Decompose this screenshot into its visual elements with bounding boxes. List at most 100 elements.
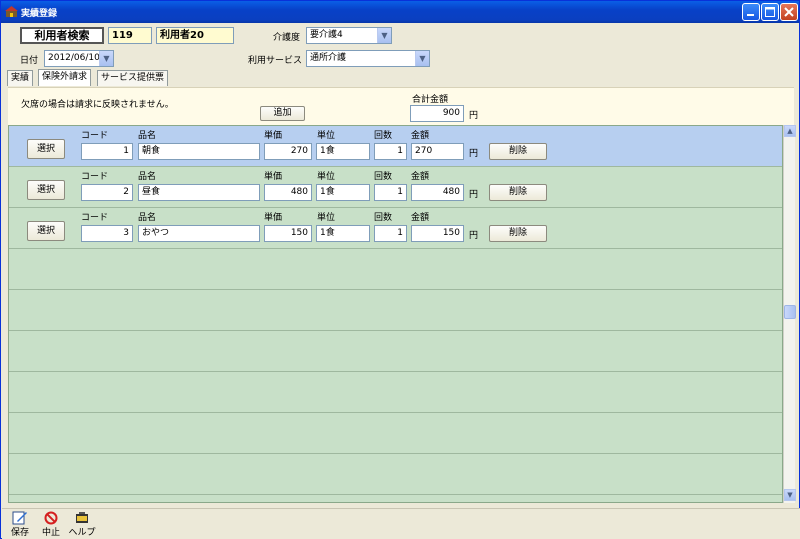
chevron-down-icon[interactable]: ▼ bbox=[377, 28, 391, 43]
care-level-label: 介護度 bbox=[273, 33, 301, 43]
list-row[interactable]: コード 品名 単価 単位 回数 金額 選択 2 昼食 480 1食 1 480 … bbox=[9, 167, 782, 208]
amount-field[interactable]: 480 bbox=[411, 184, 464, 201]
scroll-thumb[interactable] bbox=[784, 305, 796, 319]
item-name-field[interactable]: 昼食 bbox=[138, 184, 260, 201]
bottom-toolbar: 保存 中止 ヘルプ bbox=[2, 508, 800, 539]
item-name-field[interactable]: おやつ bbox=[138, 225, 260, 242]
price-field[interactable]: 480 bbox=[264, 184, 312, 201]
code-field[interactable]: 3 bbox=[81, 225, 133, 242]
save-icon bbox=[12, 511, 27, 525]
delete-button[interactable]: 削除 bbox=[489, 143, 547, 160]
select-button[interactable]: 選択 bbox=[27, 180, 65, 200]
count-header: 回数 bbox=[374, 131, 393, 141]
date-label: 日付 bbox=[20, 56, 39, 66]
close-button[interactable] bbox=[780, 3, 798, 21]
service-select[interactable]: 通所介護 ▼ bbox=[306, 50, 430, 67]
add-button[interactable]: 追加 bbox=[260, 106, 305, 121]
yen-label: 円 bbox=[469, 190, 479, 200]
minimize-button[interactable] bbox=[742, 3, 760, 21]
yen-label: 円 bbox=[469, 149, 479, 159]
notice-message: 欠席の場合は請求に反映されません。 bbox=[21, 100, 174, 110]
item-list: コード 品名 単価 単位 回数 金額 選択 1 朝食 270 1食 1 270 … bbox=[8, 125, 783, 503]
chevron-down-icon[interactable]: ▼ bbox=[415, 51, 429, 66]
price-header: 単価 bbox=[264, 131, 283, 141]
code-header: コード bbox=[81, 213, 109, 223]
amount-field[interactable]: 150 bbox=[411, 225, 464, 242]
scroll-up-icon[interactable]: ▲ bbox=[784, 125, 796, 137]
amount-header: 金額 bbox=[411, 131, 430, 141]
date-picker[interactable]: 2012/06/10 ▼ bbox=[44, 50, 114, 67]
unit-header: 単位 bbox=[317, 213, 336, 223]
total-label: 合計金額 bbox=[412, 95, 449, 105]
amount-field[interactable]: 270 bbox=[411, 143, 464, 160]
delete-button[interactable]: 削除 bbox=[489, 184, 547, 201]
select-button[interactable]: 選択 bbox=[27, 221, 65, 241]
service-value: 通所介護 bbox=[310, 53, 347, 63]
user-id-field[interactable]: 119 bbox=[108, 27, 152, 44]
date-value: 2012/06/10 bbox=[48, 53, 100, 63]
user-name-field[interactable]: 利用者20 bbox=[156, 27, 234, 44]
item-header: 品名 bbox=[138, 172, 157, 182]
cancel-button[interactable]: 中止 bbox=[34, 511, 68, 539]
cancel-label: 中止 bbox=[41, 528, 60, 538]
empty-row bbox=[9, 495, 782, 502]
care-level-value: 要介護4 bbox=[310, 30, 343, 40]
select-button[interactable]: 選択 bbox=[27, 139, 65, 159]
delete-button[interactable]: 削除 bbox=[489, 225, 547, 242]
empty-row bbox=[9, 249, 782, 290]
amount-header: 金額 bbox=[411, 213, 430, 223]
list-row[interactable]: コード 品名 単価 単位 回数 金額 選択 1 朝食 270 1食 1 270 … bbox=[9, 126, 782, 167]
tab-non-insurance-billing[interactable]: 保険外請求 bbox=[38, 69, 92, 86]
minimize-icon bbox=[747, 14, 754, 16]
help-button[interactable]: ヘルプ bbox=[65, 511, 99, 539]
price-header: 単価 bbox=[264, 213, 283, 223]
code-field[interactable]: 1 bbox=[81, 143, 133, 160]
help-label: ヘルプ bbox=[68, 528, 96, 538]
count-field[interactable]: 1 bbox=[374, 143, 407, 160]
count-header: 回数 bbox=[374, 213, 393, 223]
unit-field[interactable]: 1食 bbox=[316, 225, 370, 242]
empty-row bbox=[9, 372, 782, 413]
maximize-icon bbox=[765, 7, 775, 17]
unit-header: 単位 bbox=[317, 131, 336, 141]
count-header: 回数 bbox=[374, 172, 393, 182]
total-field: 900 bbox=[410, 105, 464, 122]
empty-row bbox=[9, 331, 782, 372]
tab-service-sheet[interactable]: サービス提供票 bbox=[97, 70, 169, 86]
tab-record[interactable]: 実績 bbox=[7, 70, 34, 86]
price-header: 単価 bbox=[264, 172, 283, 182]
count-field[interactable]: 1 bbox=[374, 184, 407, 201]
window-title: 実績登録 bbox=[21, 9, 58, 19]
close-icon bbox=[784, 7, 794, 17]
item-header: 品名 bbox=[138, 131, 157, 141]
item-header: 品名 bbox=[138, 213, 157, 223]
chevron-down-icon[interactable]: ▼ bbox=[99, 51, 113, 66]
empty-row bbox=[9, 290, 782, 331]
save-label: 保存 bbox=[10, 528, 29, 538]
app-icon bbox=[5, 6, 18, 17]
app-window: 実績登録 利用者検索 119 利用者20 介護度 要介護4 ▼ 日付 2012/… bbox=[0, 0, 800, 539]
empty-row bbox=[9, 454, 782, 495]
cancel-icon bbox=[44, 511, 58, 525]
count-field[interactable]: 1 bbox=[374, 225, 407, 242]
save-button[interactable]: 保存 bbox=[3, 511, 37, 539]
price-field[interactable]: 150 bbox=[264, 225, 312, 242]
total-unit: 円 bbox=[469, 111, 479, 121]
unit-field[interactable]: 1食 bbox=[316, 184, 370, 201]
vertical-scrollbar[interactable]: ▲ ▼ bbox=[783, 125, 796, 503]
care-level-select[interactable]: 要介護4 ▼ bbox=[306, 27, 392, 44]
unit-field[interactable]: 1食 bbox=[316, 143, 370, 160]
scroll-down-icon[interactable]: ▼ bbox=[784, 489, 796, 501]
yen-label: 円 bbox=[469, 231, 479, 241]
unit-header: 単位 bbox=[317, 172, 336, 182]
list-row[interactable]: コード 品名 単価 単位 回数 金額 選択 3 おやつ 150 1食 1 150… bbox=[9, 208, 782, 249]
item-name-field[interactable]: 朝食 bbox=[138, 143, 260, 160]
empty-row bbox=[9, 413, 782, 454]
maximize-button[interactable] bbox=[761, 3, 779, 21]
user-search-button[interactable]: 利用者検索 bbox=[20, 27, 104, 44]
price-field[interactable]: 270 bbox=[264, 143, 312, 160]
service-label: 利用サービス bbox=[248, 56, 303, 66]
amount-header: 金額 bbox=[411, 172, 430, 182]
title-bar[interactable]: 実績登録 bbox=[1, 1, 799, 23]
code-field[interactable]: 2 bbox=[81, 184, 133, 201]
